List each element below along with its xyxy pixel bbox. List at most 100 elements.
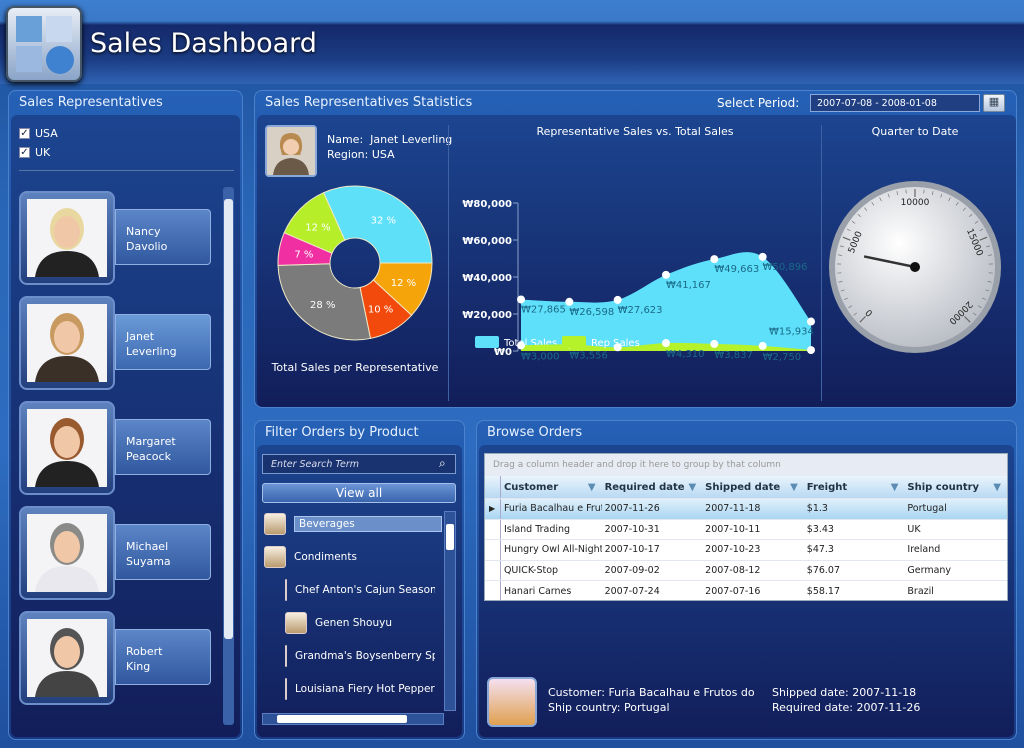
table-cell: Portugal xyxy=(907,503,947,515)
panel-title: Sales Representatives Statistics xyxy=(265,95,473,110)
rep-name-button[interactable]: Margaret Peacock xyxy=(115,419,211,475)
rep-name-button[interactable]: Michael Suyama xyxy=(115,524,211,580)
search-icon[interactable]: ⌕ xyxy=(439,456,446,471)
divider xyxy=(448,125,449,401)
tree-scrollbar-vertical[interactable] xyxy=(444,511,456,711)
detail-country: Portugal xyxy=(623,701,670,714)
rep-photo xyxy=(19,611,115,705)
checkmark-icon: ✓ xyxy=(19,128,30,139)
table-cell: Hungry Owl All-Night Grocers xyxy=(503,544,602,556)
tree-item-label: Genen Shouyu xyxy=(315,617,392,629)
data-point xyxy=(662,270,670,279)
data-label: ₩4,310 xyxy=(666,349,705,360)
selected-rep-photo xyxy=(265,125,317,177)
column-label: Freight xyxy=(806,481,848,493)
table-cell: 2007-07-24 xyxy=(604,585,660,597)
table-cell: $58.17 xyxy=(806,585,841,597)
filter-icon[interactable]: ▼ xyxy=(790,482,804,493)
rep-name: Janet Leverling xyxy=(370,133,453,146)
y-tick-label: ₩60,000 xyxy=(462,236,512,247)
gauge-title: Quarter to Date xyxy=(871,125,959,138)
calendar-icon[interactable]: ▦ xyxy=(983,94,1005,112)
filter-icon[interactable]: ▼ xyxy=(891,482,905,493)
pie-label: 12 % xyxy=(391,278,416,289)
reps-scrollbar[interactable] xyxy=(223,187,234,725)
tree-item[interactable]: Genen Shouyu xyxy=(285,612,435,634)
data-point xyxy=(565,297,574,306)
row-indicator xyxy=(485,581,501,601)
table-row[interactable]: Hungry Owl All-Night Grocers2007-10-17 20… xyxy=(485,539,1007,560)
tree-item[interactable]: Grandma's Boysenberry Spread xyxy=(285,645,435,667)
tree-scrollbar-horizontal[interactable] xyxy=(262,713,444,725)
detail-shipped: 2007-11-18 xyxy=(852,686,917,699)
rep-card[interactable]: Michael Suyama xyxy=(19,506,215,602)
scrollbar-thumb[interactable] xyxy=(224,199,233,639)
rep-name-button[interactable]: Robert King xyxy=(115,629,211,685)
period-label: Select Period: xyxy=(717,96,800,110)
filter-icon[interactable]: ▼ xyxy=(588,482,602,493)
divider xyxy=(19,170,234,171)
table-row[interactable]: Island Trading 2007-10-31 2007-10-11 $3.43 U… xyxy=(485,518,1007,540)
tree-item[interactable]: Condiments xyxy=(264,546,442,568)
rep-card[interactable]: Janet Leverling xyxy=(19,296,215,392)
row-indicator xyxy=(485,540,501,560)
period-input[interactable]: 2007-07-08 - 2008-01-08 xyxy=(810,94,980,112)
table-row[interactable]: ▶Furia Bacalhau e Frutos do Mar2007-11-2… xyxy=(485,498,1007,519)
table-cell: Ireland xyxy=(907,544,941,556)
app-title: Sales Dashboard xyxy=(90,28,317,59)
data-label: ₩50,896 xyxy=(763,262,808,273)
row-indicator: ▶ xyxy=(485,499,501,519)
column-header[interactable]: Customer ▼ xyxy=(501,476,602,498)
data-point xyxy=(710,255,719,264)
filter-uk-checkbox[interactable]: ✓ UK xyxy=(19,146,50,159)
data-label: ₩41,167 xyxy=(666,280,711,291)
filter-orders-panel: Filter Orders by Product Enter Search Te… xyxy=(254,420,465,740)
data-label: ₩26,598 xyxy=(569,307,614,318)
data-point xyxy=(807,317,815,326)
rep-card[interactable]: Robert King xyxy=(19,611,215,707)
tree-item[interactable]: Louisiana Fiery Hot Pepper Sauce xyxy=(285,678,435,700)
app-logo xyxy=(6,6,82,82)
pie-label: 28 % xyxy=(310,300,335,311)
sales-representatives-panel: Sales Representatives ✓ USA ✓ UK Nancy Davo… xyxy=(8,90,243,740)
column-header[interactable]: Ship country ▼ xyxy=(904,476,1007,498)
filter-icon[interactable]: ▼ xyxy=(993,482,1007,493)
column-label: Ship country xyxy=(907,481,980,493)
rep-name-button[interactable]: Janet Leverling xyxy=(115,314,211,370)
gauge-hub xyxy=(910,262,920,272)
column-header[interactable]: Required date ▼ xyxy=(602,476,703,498)
scrollbar-thumb[interactable] xyxy=(277,715,407,723)
rep-first-name: Janet xyxy=(126,330,155,343)
tree-item[interactable]: Beverages xyxy=(264,513,442,535)
search-input[interactable]: Enter Search Term xyxy=(262,454,456,474)
data-point xyxy=(807,346,815,355)
product-icon xyxy=(285,645,287,667)
table-cell: Furia Bacalhau e Frutos do Mar xyxy=(503,503,602,515)
tree-item-label: Chef Anton's Cajun Seasoning xyxy=(295,584,435,596)
column-header[interactable]: Freight ▼ xyxy=(804,476,905,498)
table-row[interactable]: Hanari Carnes 2007-07-24 2007-07-16 $58.17 B… xyxy=(485,580,1007,601)
rep-name-button[interactable]: Nancy Davolio xyxy=(115,209,211,265)
filter-usa-checkbox[interactable]: ✓ USA xyxy=(19,127,58,140)
view-all-button[interactable]: View all xyxy=(262,483,456,503)
scrollbar-thumb[interactable] xyxy=(446,524,454,550)
table-cell: UK xyxy=(907,523,921,535)
rep-card[interactable]: Nancy Davolio xyxy=(19,191,215,287)
rep-first-name: Michael xyxy=(126,540,169,553)
data-label: ₩3,000 xyxy=(521,351,560,362)
table-row[interactable]: QUICK-Stop 2007-09-02 2007-08-12 $76.07 Germ… xyxy=(485,559,1007,581)
column-header[interactable]: Shipped date ▼ xyxy=(702,476,804,498)
filter-icon[interactable]: ▼ xyxy=(688,482,702,493)
table-cell: 2007-10-31 xyxy=(604,523,660,535)
group-drop-area[interactable]: Drag a column header and drop it here to… xyxy=(485,454,1007,476)
rep-card[interactable]: Margaret Peacock xyxy=(19,401,215,497)
pie-caption: Total Sales per Representative xyxy=(271,361,439,374)
data-point xyxy=(758,341,767,350)
tree-item[interactable]: Chef Anton's Cajun Seasoning xyxy=(285,579,435,601)
area-chart-title: Representative Sales vs. Total Sales xyxy=(536,125,734,138)
y-tick-label: ₩80,000 xyxy=(462,199,512,210)
data-label: ₩49,663 xyxy=(714,264,759,275)
data-point xyxy=(662,339,670,348)
table-cell: $47.3 xyxy=(806,544,834,556)
tree-item-label: Beverages xyxy=(294,516,442,532)
